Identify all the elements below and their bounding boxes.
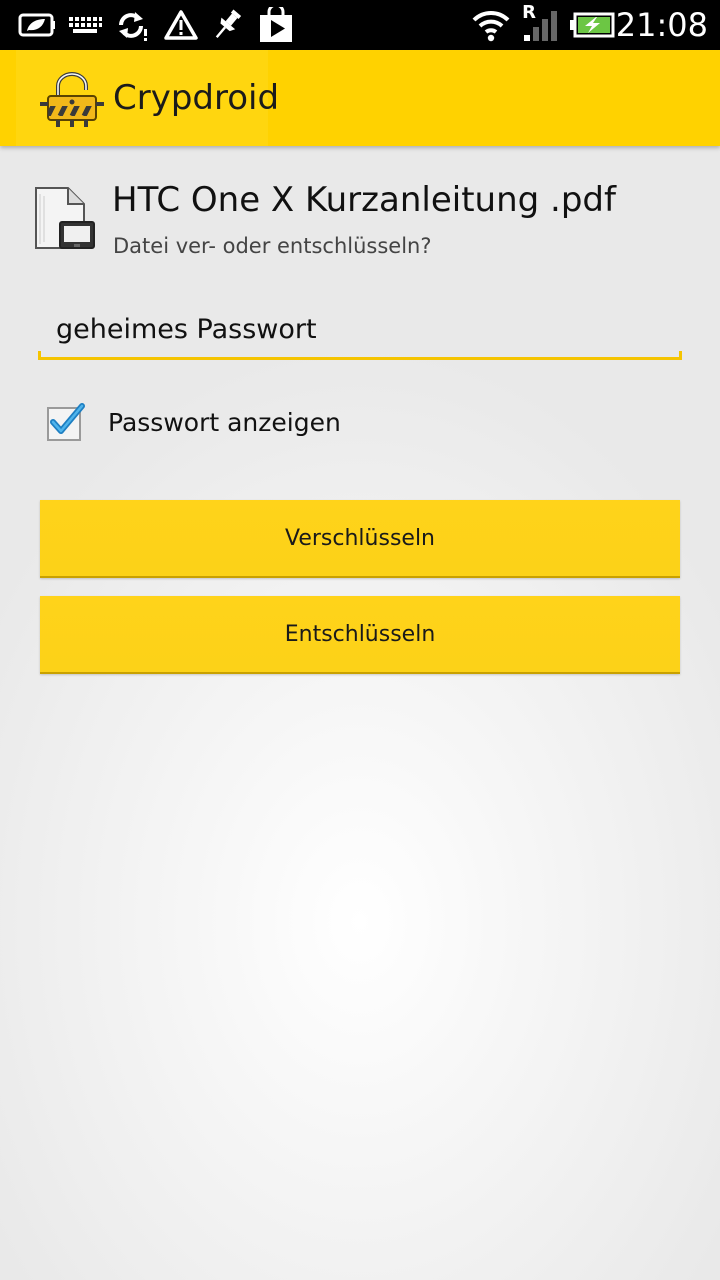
clock: 21:08: [615, 6, 708, 44]
play-store-icon: [256, 6, 296, 44]
password-field-container: [38, 300, 682, 360]
show-password-checkbox[interactable]: [44, 400, 88, 444]
action-bar: Crypdroid: [0, 50, 720, 146]
sync-icon: [114, 6, 150, 44]
screenshot-icon: [16, 6, 58, 44]
padlock-logo-icon: [40, 72, 104, 127]
checkmark-icon: [47, 403, 85, 441]
signal-icon: [520, 6, 560, 44]
password-field-underline: [38, 357, 682, 360]
status-bar: R 21:08: [0, 0, 720, 50]
app-home-button[interactable]: Crypdroid: [16, 50, 279, 146]
file-action-prompt: Datei ver- oder entschlüsseln?: [113, 234, 432, 258]
file-name: HTC One X Kurzanleitung .pdf: [112, 180, 616, 220]
decrypt-button-label: Entschlüsseln: [284, 621, 436, 647]
password-field-tick-right: [679, 351, 682, 360]
show-password-row[interactable]: Passwort anzeigen: [44, 396, 341, 448]
pin-icon: [208, 6, 246, 44]
password-field-tick-left: [38, 351, 41, 360]
decrypt-button[interactable]: Entschlüsseln: [40, 596, 680, 674]
encrypt-button-label: Verschlüsseln: [285, 525, 435, 551]
show-password-label: Passwort anzeigen: [108, 407, 341, 437]
wifi-icon: [470, 6, 512, 44]
encrypt-button[interactable]: Verschlüsseln: [40, 500, 680, 578]
password-input[interactable]: [38, 300, 682, 358]
app-title: Crypdroid: [113, 78, 280, 118]
keyboard-icon: [66, 6, 104, 44]
pdf-file-icon: [35, 187, 95, 249]
warning-icon: [162, 6, 200, 44]
battery-charging-icon: [568, 6, 616, 44]
